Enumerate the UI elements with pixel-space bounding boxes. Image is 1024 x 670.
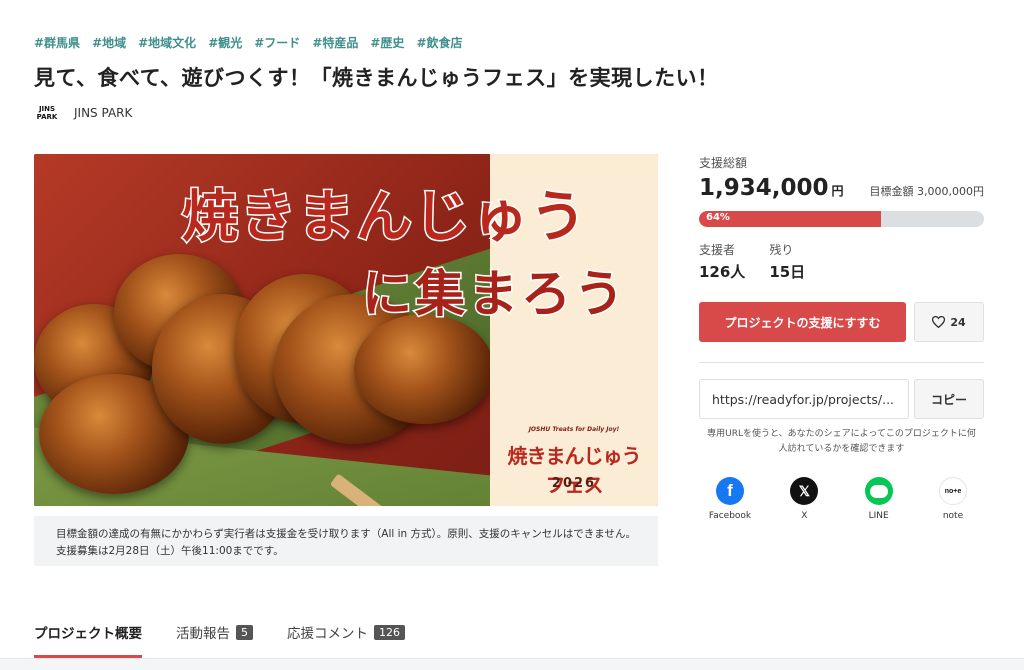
tag-link[interactable]: #フード (254, 34, 300, 51)
hero-image: 焼きまんじゅう に集まろう JOSHU Treats for Daily Joy… (34, 154, 658, 506)
supporters-stat: 支援者 126人 (699, 241, 745, 282)
page-title: 見て、食べて、遊びつくす！「焼きまんじゅうフェス」を実現したい！ (34, 66, 719, 90)
total-label: 支援総額 (699, 156, 748, 170)
progress-bar: 64% (699, 211, 984, 227)
goal-amount: 目標金額 3,000,000円 (870, 183, 984, 199)
x-icon: 𝕏 (790, 477, 819, 505)
share-url-help: 専用URLを使うと、あなたのシェアによってこのプロジェクトに何人訪れているかを確… (707, 429, 976, 454)
share-note[interactable]: no+e note (922, 477, 984, 521)
funding-sidebar: 支援総額 1,934,000 円 目標金額 3,000,000円 64% 支援者… (699, 154, 984, 521)
tab-count-badge: 5 (236, 624, 253, 640)
heart-icon (932, 316, 946, 328)
share-facebook[interactable]: f Facebook (699, 477, 761, 521)
tag-link[interactable]: #地域 (92, 34, 126, 51)
facebook-icon: f (716, 477, 744, 505)
supporters-label: 支援者 (699, 243, 736, 257)
share-label: X (801, 511, 808, 521)
tab-bar: プロジェクト概要 活動報告 5 応援コメント 126 (34, 622, 405, 642)
tab-activity-reports[interactable]: 活動報告 5 (176, 622, 253, 642)
line-icon (864, 477, 893, 505)
tag-link[interactable]: #群馬県 (34, 34, 80, 51)
stats-row: 支援者 126人 残り 15日 (699, 241, 984, 282)
supporters-value: 126人 (699, 263, 746, 281)
remaining-label: 残り (769, 243, 794, 257)
hero-logo-tagline: JOSHU Treats for Daily Joy! (528, 426, 620, 433)
manju-bun (354, 314, 494, 424)
goal-value: 3,000,000円 (917, 185, 984, 198)
tab-support-comments[interactable]: 応援コメント 126 (287, 622, 405, 642)
all-in-notice: 目標金額の達成の有無にかかわらず実行者は支援金を受け取ります（All in 方式… (34, 516, 658, 566)
tag-link[interactable]: #飲食店 (416, 34, 462, 51)
owner-logo-line1: JINS (38, 105, 56, 113)
active-tab-indicator (34, 655, 142, 658)
hero-subheadline: に集まろう (361, 264, 627, 325)
owner-logo-line2: PARK (36, 113, 58, 121)
hero-year: 2026 (551, 476, 597, 491)
share-url-row: コピー (699, 379, 984, 419)
tag-link[interactable]: #特産品 (312, 34, 358, 51)
progress-percent: 64% (706, 212, 730, 223)
share-buttons: f Facebook 𝕏 X LINE no+e note (699, 477, 984, 521)
share-label: Facebook (708, 511, 752, 521)
amount-row: 1,934,000 円 目標金額 3,000,000円 (699, 175, 984, 201)
total-amount: 1,934,000 (699, 175, 829, 201)
remaining-stat: 残り 15日 (769, 241, 805, 282)
action-row: プロジェクトの支援にすすむ 24 (699, 302, 984, 342)
tab-label: 活動報告 (176, 626, 230, 642)
share-label: LINE (868, 511, 889, 521)
remaining-value: 15日 (769, 263, 806, 281)
like-button[interactable]: 24 (914, 302, 984, 342)
tag-list: #群馬県 #地域 #地域文化 #観光 #フード #特産品 #歴史 #飲食店 (34, 34, 463, 51)
tag-link[interactable]: #地域文化 (138, 34, 196, 51)
note-icon: no+e (938, 477, 967, 505)
share-x[interactable]: 𝕏 X (773, 477, 835, 521)
project-owner[interactable]: JINS PARK JINS PARK (36, 105, 133, 121)
copy-button[interactable]: コピー (914, 379, 984, 419)
owner-logo: JINS PARK (36, 105, 58, 121)
owner-name[interactable]: JINS PARK (74, 106, 132, 120)
currency-unit: 円 (831, 184, 844, 198)
goal-label: 目標金額 (869, 185, 914, 198)
tab-bar-divider (0, 658, 1024, 670)
tab-count-badge: 126 (374, 624, 405, 640)
share-label: note (942, 511, 964, 521)
like-count: 24 (950, 315, 966, 329)
hero-headline: 焼きまんじゅう (181, 184, 588, 252)
share-line[interactable]: LINE (848, 477, 910, 521)
divider (699, 362, 984, 363)
tag-link[interactable]: #観光 (208, 34, 242, 51)
tab-overview[interactable]: プロジェクト概要 (34, 622, 142, 642)
tab-label: プロジェクト概要 (34, 626, 142, 642)
share-url-field[interactable] (699, 379, 909, 419)
tag-link[interactable]: #歴史 (370, 34, 404, 51)
support-button[interactable]: プロジェクトの支援にすすむ (699, 302, 906, 342)
tab-label: 応援コメント (287, 626, 368, 642)
